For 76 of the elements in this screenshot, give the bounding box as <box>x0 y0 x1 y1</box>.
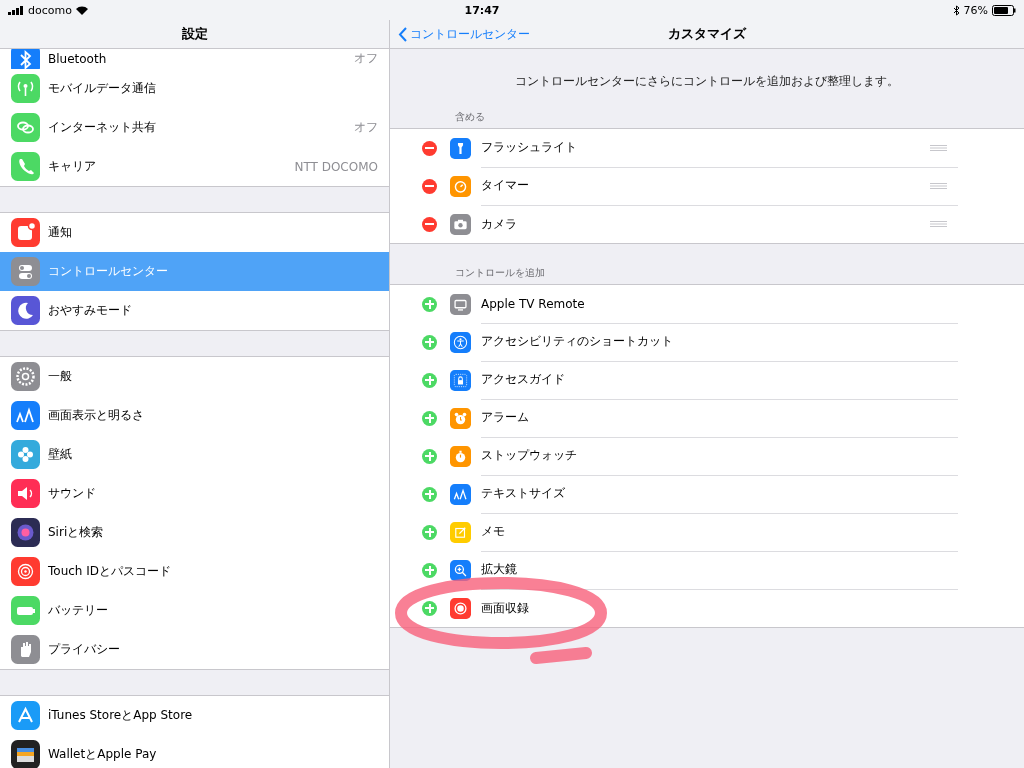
settings-menu-item[interactable]: バッテリー <box>0 591 389 630</box>
control-label: カメラ <box>481 215 518 233</box>
add-button[interactable] <box>422 600 437 616</box>
settings-menu-item[interactable]: 一般 <box>0 357 389 396</box>
control-label: 拡大鏡 <box>481 561 518 578</box>
settings-menu-item[interactable]: Siriと検索 <box>0 513 389 552</box>
settings-menu-item[interactable]: おやすみモード <box>0 291 389 330</box>
control-label: 画面収録 <box>481 599 530 617</box>
wifi-icon <box>75 5 88 15</box>
drag-handle-icon[interactable] <box>930 144 947 151</box>
control-label: Apple TV Remote <box>481 296 586 311</box>
page-title: カスタマイズ <box>668 26 746 41</box>
remove-button[interactable] <box>422 178 437 194</box>
settings-menu-item[interactable]: プライバシー <box>0 630 389 669</box>
drag-handle-icon[interactable] <box>930 182 947 189</box>
settings-menu-item[interactable]: Touch IDとパスコード <box>0 552 389 591</box>
chevron-left-icon <box>398 26 407 42</box>
carrier-name: docomo <box>28 3 72 17</box>
add-button[interactable] <box>422 410 437 426</box>
description-text: コントロールセンターにさらにコントロールを追加および整理します。 <box>515 74 899 88</box>
control-label: タイマー <box>481 177 530 194</box>
settings-menu-item[interactable]: WalletとApple Pay <box>0 735 389 768</box>
menu-item-value: オフ <box>354 118 378 136</box>
menu-item-label: インターネット共有 <box>48 118 157 136</box>
sidebar-title: 設定 <box>181 25 208 43</box>
menu-item-label: iTunes StoreとApp Store <box>48 706 194 724</box>
control-label: テキストサイズ <box>481 485 566 502</box>
menu-item-label: キャリア <box>48 158 97 175</box>
add-button[interactable] <box>422 296 437 312</box>
signal-bars-icon <box>8 5 24 15</box>
menu-item-label: おやすみモード <box>48 302 133 319</box>
menu-item-label: 画面表示と明るさ <box>48 406 145 424</box>
control-label: ストップウォッチ <box>481 447 578 464</box>
control-label: フラッシュライト <box>481 139 578 156</box>
remove-button[interactable] <box>422 216 437 232</box>
settings-menu-item[interactable]: 画面表示と明るさ <box>0 396 389 435</box>
menu-item-label: 通知 <box>48 223 73 241</box>
add-button[interactable] <box>422 334 437 350</box>
menu-item-label: プライバシー <box>48 641 121 658</box>
menu-item-value: NTT DOCOMO <box>294 159 378 174</box>
settings-menu-item[interactable]: サウンド <box>0 474 389 513</box>
menu-item-label: Bluetooth <box>48 51 108 66</box>
menu-item-label: 一般 <box>48 367 73 385</box>
control-label: アクセスガイド <box>481 371 566 388</box>
add-button[interactable] <box>422 372 437 388</box>
settings-menu-item[interactable]: インターネット共有 オフ <box>0 108 389 147</box>
control-label: メモ <box>481 523 506 540</box>
add-button[interactable] <box>422 486 437 502</box>
back-button[interactable]: コントロールセンター <box>390 25 530 43</box>
section-header: コントロールを追加 <box>455 267 545 278</box>
settings-menu-item[interactable]: 壁紙 <box>0 435 389 474</box>
bluetooth-icon <box>952 4 960 16</box>
menu-item-label: Touch IDとパスコード <box>48 562 173 580</box>
battery-icon <box>992 4 1016 16</box>
control-label: アラーム <box>481 409 530 426</box>
drag-handle-icon[interactable] <box>930 221 947 227</box>
menu-item-label: Siriと検索 <box>48 523 105 541</box>
control-label: アクセシビリティのショートカット <box>481 333 674 350</box>
menu-item-value: オフ <box>354 50 378 67</box>
clock-time: 17:47 <box>464 3 500 17</box>
add-button[interactable] <box>422 448 437 464</box>
menu-item-label: コントロールセンター <box>48 262 169 280</box>
section-header: 含める <box>455 111 485 122</box>
menu-item-label: サウンド <box>48 484 97 502</box>
menu-item-label: WalletとApple Pay <box>48 746 158 763</box>
menu-item-label: モバイルデータ通信 <box>48 79 157 97</box>
menu-item-label: バッテリー <box>48 601 109 619</box>
menu-item-label: 壁紙 <box>48 445 73 463</box>
settings-menu-item[interactable]: iTunes StoreとApp Store <box>0 696 389 735</box>
settings-menu-item[interactable]: Bluetooth オフ <box>0 49 389 69</box>
battery-percentage: 76% <box>963 3 988 17</box>
settings-menu-item[interactable]: キャリア NTT DOCOMO <box>0 147 389 186</box>
add-button[interactable] <box>422 524 437 540</box>
remove-button[interactable] <box>422 140 437 156</box>
add-button[interactable] <box>422 562 437 578</box>
settings-menu-item[interactable]: モバイルデータ通信 <box>0 69 389 108</box>
